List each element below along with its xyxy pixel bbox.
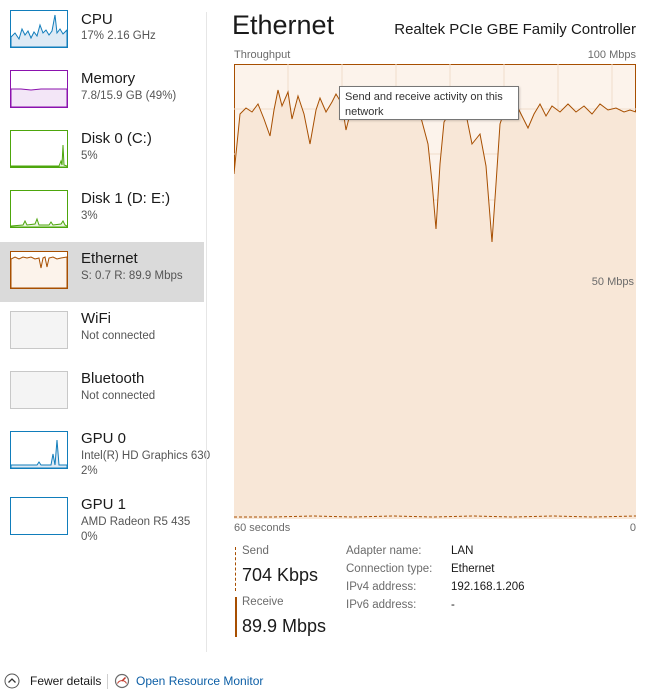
info-label: IPv4 address:: [346, 581, 417, 593]
open-resource-monitor-link[interactable]: Open Resource Monitor: [114, 672, 274, 692]
sidebar-divider: [206, 12, 207, 652]
bluetooth-graph-icon: [10, 371, 68, 409]
info-value: -: [451, 599, 455, 611]
tooltip: Send and receive activity on this networ…: [339, 86, 519, 120]
sidebar-item-label: Disk 1 (D: E:): [81, 190, 171, 207]
gpu-graph-icon: [10, 497, 68, 535]
sidebar-item-wifi[interactable]: WiFi Not connected: [0, 302, 204, 362]
receive-divider: [235, 597, 237, 637]
info-value: Ethernet: [451, 563, 495, 575]
throughput-graph: [233, 64, 637, 519]
graph-mid-label: 50 Mbps: [591, 276, 634, 288]
send-value: 704 Kbps: [242, 565, 319, 585]
chevron-up-icon: [4, 673, 20, 689]
resource-monitor-icon: [114, 673, 130, 689]
sidebar-item-disk-0[interactable]: Disk 0 (C:) 5%: [0, 122, 204, 182]
throughput-graph-canvas: [233, 64, 637, 519]
info-label: Connection type:: [346, 563, 433, 575]
cpu-graph-icon: [10, 10, 68, 48]
graph-time-label: 60 seconds: [234, 522, 291, 534]
sidebar-item-sub: Not connected: [81, 330, 156, 342]
sidebar-item-sub: S: 0.7 R: 89.9 Mbps: [81, 270, 183, 282]
sidebar-item-sub: 5%: [81, 150, 98, 162]
sidebar-item-sub: 3%: [81, 210, 98, 222]
info-label: Adapter name:: [346, 545, 422, 557]
sidebar-item-sub2: 0%: [81, 531, 98, 543]
sidebar-item-label: GPU 0: [81, 430, 127, 447]
sidebar-item-sub: Intel(R) HD Graphics 630: [81, 450, 211, 462]
info-value: LAN: [451, 545, 474, 557]
graph-label: Throughput: [234, 49, 291, 61]
sidebar-item-memory[interactable]: Memory 7.8/15.9 GB (49%): [0, 62, 204, 122]
sidebar: CPU 17% 2.16 GHz Memory 7.8/15.9 GB (49%…: [0, 0, 210, 665]
sidebar-item-cpu[interactable]: CPU 17% 2.16 GHz: [0, 2, 204, 62]
page-title: Ethernet: [232, 10, 335, 40]
fewer-details-label: Fewer details: [30, 674, 102, 688]
fewer-details-button[interactable]: Fewer details: [4, 672, 104, 692]
sidebar-item-label: Ethernet: [81, 250, 138, 267]
graph-max-label: 100 Mbps: [587, 49, 636, 61]
info-value: 192.168.1.206: [451, 581, 525, 593]
sidebar-item-gpu-1[interactable]: GPU 1 AMD Radeon R5 435 0%: [0, 488, 204, 552]
disk-graph-icon: [10, 190, 68, 228]
sidebar-item-label: Memory: [81, 70, 136, 87]
sidebar-item-label: WiFi: [81, 310, 111, 327]
send-divider: [235, 547, 237, 591]
sidebar-item-gpu-0[interactable]: GPU 0 Intel(R) HD Graphics 630 2%: [0, 422, 210, 486]
ethernet-graph-icon: [10, 251, 68, 289]
sidebar-item-label: GPU 1: [81, 496, 127, 513]
resource-monitor-label: Open Resource Monitor: [136, 674, 264, 688]
memory-graph-icon: [10, 70, 68, 108]
adapter-name: Realtek PCIe GBE Family Controller: [394, 21, 636, 38]
send-label: Send: [242, 545, 269, 557]
sidebar-item-disk-1[interactable]: Disk 1 (D: E:) 3%: [0, 182, 204, 242]
sidebar-item-label: Bluetooth: [81, 370, 145, 387]
receive-label: Receive: [242, 596, 284, 608]
gpu-graph-icon: [10, 431, 68, 469]
wifi-graph-icon: [10, 311, 68, 349]
sidebar-item-sub: 7.8/15.9 GB (49%): [81, 90, 177, 102]
receive-value: 89.9 Mbps: [242, 616, 327, 636]
footer-separator: [107, 674, 108, 689]
sidebar-item-sub: Not connected: [81, 390, 156, 402]
sidebar-item-bluetooth[interactable]: Bluetooth Not connected: [0, 362, 204, 422]
disk-graph-icon: [10, 130, 68, 168]
sidebar-item-label: Disk 0 (C:): [81, 130, 152, 147]
sidebar-item-label: CPU: [81, 11, 113, 28]
sidebar-item-sub: AMD Radeon R5 435: [81, 516, 191, 528]
sidebar-item-sub: 17% 2.16 GHz: [81, 30, 156, 42]
info-label: IPv6 address:: [346, 599, 417, 611]
sidebar-item-ethernet[interactable]: Ethernet S: 0.7 R: 89.9 Mbps: [0, 242, 204, 302]
graph-zero-label: 0: [629, 522, 636, 534]
sidebar-item-sub2: 2%: [81, 465, 98, 477]
